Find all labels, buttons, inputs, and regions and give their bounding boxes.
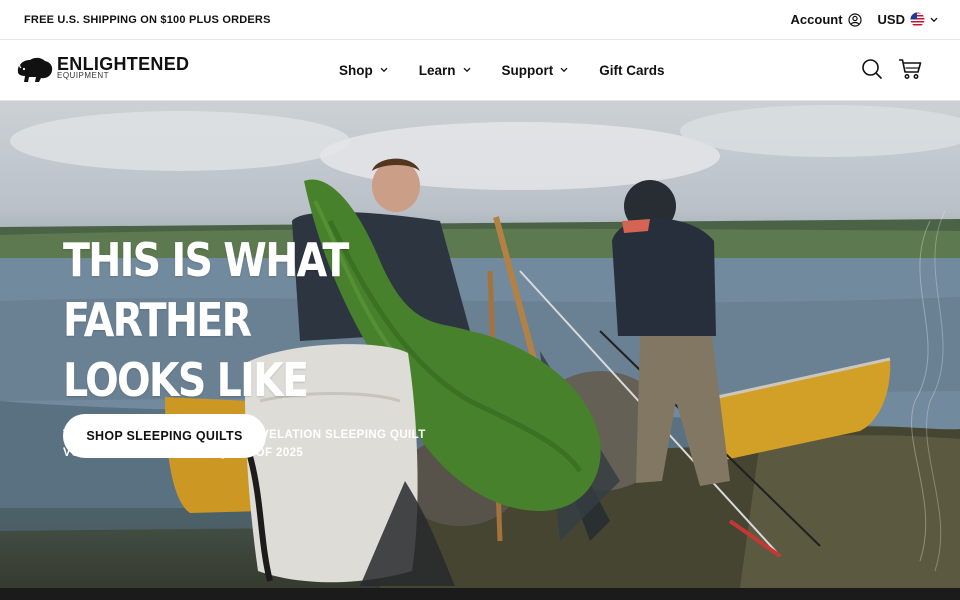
utility-links: Account USD	[791, 12, 938, 27]
cart-icon[interactable]	[898, 58, 922, 80]
site-header: ENLIGHTENED EQUIPMENT Shop Learn Support…	[0, 40, 960, 101]
nav-shop[interactable]: Shop	[339, 63, 388, 78]
next-section-edge	[0, 588, 960, 600]
chevron-down-icon	[560, 67, 568, 73]
hero-title-line-1: THIS IS WHAT FARTHER	[63, 233, 349, 347]
currency-label: USD	[877, 12, 905, 27]
shop-sleeping-quilts-button[interactable]: SHOP SLEEPING QUILTS	[63, 414, 266, 458]
hero-title: THIS IS WHAT FARTHER LOOKS LIKE	[63, 230, 510, 410]
nav-support[interactable]: Support	[502, 63, 569, 78]
us-flag-icon	[910, 12, 925, 27]
hero-title-line-2: LOOKS LIKE	[63, 353, 309, 407]
nav-shop-label: Shop	[339, 62, 373, 78]
chevron-down-icon	[463, 67, 471, 73]
main-navigation: Shop Learn Support Gift Cards	[339, 40, 696, 100]
search-icon[interactable]	[861, 58, 883, 80]
brand-logo[interactable]: ENLIGHTENED EQUIPMENT	[15, 55, 189, 83]
account-link[interactable]: Account	[791, 12, 862, 27]
chevron-down-icon	[930, 17, 938, 23]
chevron-down-icon	[380, 67, 388, 73]
nav-learn[interactable]: Learn	[419, 63, 471, 78]
account-label: Account	[790, 12, 843, 27]
user-circle-icon	[847, 12, 862, 27]
nav-gift-cards-label: Gift Cards	[599, 62, 665, 78]
nav-support-label: Support	[501, 62, 554, 78]
announcement-bar: FREE U.S. SHIPPING ON $100 PLUS ORDERS A…	[0, 0, 960, 40]
shipping-announcement: FREE U.S. SHIPPING ON $100 PLUS ORDERS	[24, 13, 271, 26]
currency-selector[interactable]: USD	[878, 12, 938, 27]
nav-gift-cards[interactable]: Gift Cards	[599, 63, 664, 78]
header-actions	[861, 58, 922, 80]
hero-banner: THIS IS WHAT FARTHER LOOKS LIKE TACKLE T…	[0, 101, 960, 588]
bison-logo-icon	[15, 55, 55, 83]
nav-learn-label: Learn	[418, 62, 456, 78]
brand-wordmark: ENLIGHTENED EQUIPMENT	[57, 55, 189, 80]
